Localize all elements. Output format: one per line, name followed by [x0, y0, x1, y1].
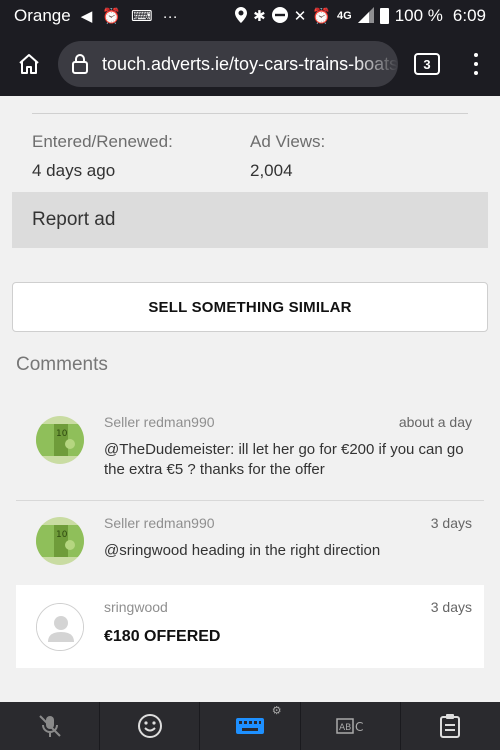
keyboard-notification-icon: ⌨	[130, 7, 153, 25]
page-content: Entered/Renewed: 4 days ago Ad Views: 2,…	[0, 96, 500, 702]
views-label: Ad Views:	[250, 132, 326, 151]
more-notifications-icon: ···	[162, 7, 178, 25]
battery-level: 100 %	[394, 6, 443, 25]
report-ad-label: Report ad	[32, 209, 116, 230]
url-field[interactable]: touch.adverts.ie/toy-cars-trains-boats	[58, 41, 398, 87]
text-select-button[interactable]: AB C	[301, 702, 401, 750]
default-user-icon	[37, 604, 83, 650]
emoji-icon	[137, 714, 162, 738]
comment-text: @TheDudemeister: ill let her go for €200…	[104, 441, 464, 478]
svg-text:10: 10	[56, 429, 68, 439]
status-bar: Orange ◀ ⏰ ⌨ ··· ✱ ✕ ⏰ 4G 100 % 6:09	[0, 0, 500, 32]
network-type: 4G	[337, 10, 352, 22]
text-select-icon: AB C	[336, 718, 364, 734]
browser-toolbar: touch.adverts.ie/toy-cars-trains-boats 3	[0, 32, 500, 96]
carrier-name: Orange	[14, 6, 71, 25]
comments-heading: Comments	[16, 354, 108, 375]
comment-time: 3 days	[430, 515, 472, 531]
comment-time: about a day	[398, 414, 472, 430]
svg-text:AB: AB	[339, 723, 351, 733]
do-not-disturb-icon	[271, 6, 288, 26]
home-button[interactable]	[0, 32, 58, 96]
comment-time: 3 days	[430, 599, 472, 615]
overflow-menu-button[interactable]	[466, 53, 486, 75]
sell-something-similar-button[interactable]: SELL SOMETHING SIMILAR	[12, 282, 488, 332]
clipboard-button[interactable]	[401, 702, 500, 750]
views-value: 2,004	[250, 161, 293, 180]
comment-text: €180 OFFERED	[104, 628, 221, 645]
svg-text:C: C	[355, 720, 363, 734]
home-icon	[19, 54, 39, 74]
comment-item: 10 Seller redman990 about a day @TheDude…	[16, 398, 484, 500]
avatar[interactable]: 10	[36, 416, 84, 464]
clipboard-icon	[440, 714, 461, 738]
comment-author[interactable]: Seller redman990	[104, 414, 215, 430]
emoji-button[interactable]	[100, 702, 201, 750]
keyboard-toolbar: ⚙ AB C	[0, 702, 500, 750]
alarm-clock-icon: ⏰	[312, 7, 332, 25]
comment-text: @sringwood heading in the right directio…	[104, 542, 381, 559]
voice-input-button[interactable]	[0, 702, 101, 750]
sell-button-label: SELL SOMETHING SIMILAR	[148, 298, 352, 316]
entered-value: 4 days ago	[32, 161, 116, 180]
keyboard-icon	[236, 718, 264, 734]
keyboard-switch-button[interactable]: ⚙	[200, 702, 301, 750]
gear-icon[interactable]: ⚙	[272, 704, 282, 717]
lock-icon	[71, 54, 88, 74]
report-ad-button[interactable]: Report ad	[12, 192, 488, 248]
entered-label: Entered/Renewed:	[32, 132, 173, 151]
comment-item: sringwood 3 days €180 OFFERED	[16, 585, 484, 668]
comment-author[interactable]: sringwood	[104, 599, 168, 615]
alarm-icon: ⏰	[102, 7, 121, 25]
volume-icon: ◀	[80, 7, 93, 25]
battery-icon	[379, 8, 389, 24]
svg-text:10: 10	[56, 530, 68, 540]
bluetooth-icon: ✱	[253, 7, 266, 25]
comment-author[interactable]: Seller redman990	[104, 515, 215, 531]
mic-off-icon	[38, 715, 61, 737]
url-text: touch.adverts.ie/toy-cars-trains-boats	[101, 53, 398, 74]
comment-item: 10 Seller redman990 3 days @sringwood he…	[16, 501, 484, 584]
clock: 6:09	[452, 6, 486, 25]
avatar[interactable]: 10	[36, 517, 84, 565]
tab-switcher-button[interactable]: 3	[414, 53, 440, 75]
signal-icon	[357, 6, 374, 26]
wifi-off-icon: ✕	[293, 7, 307, 25]
divider	[32, 113, 468, 114]
avatar[interactable]	[36, 603, 84, 651]
location-icon	[235, 6, 248, 26]
